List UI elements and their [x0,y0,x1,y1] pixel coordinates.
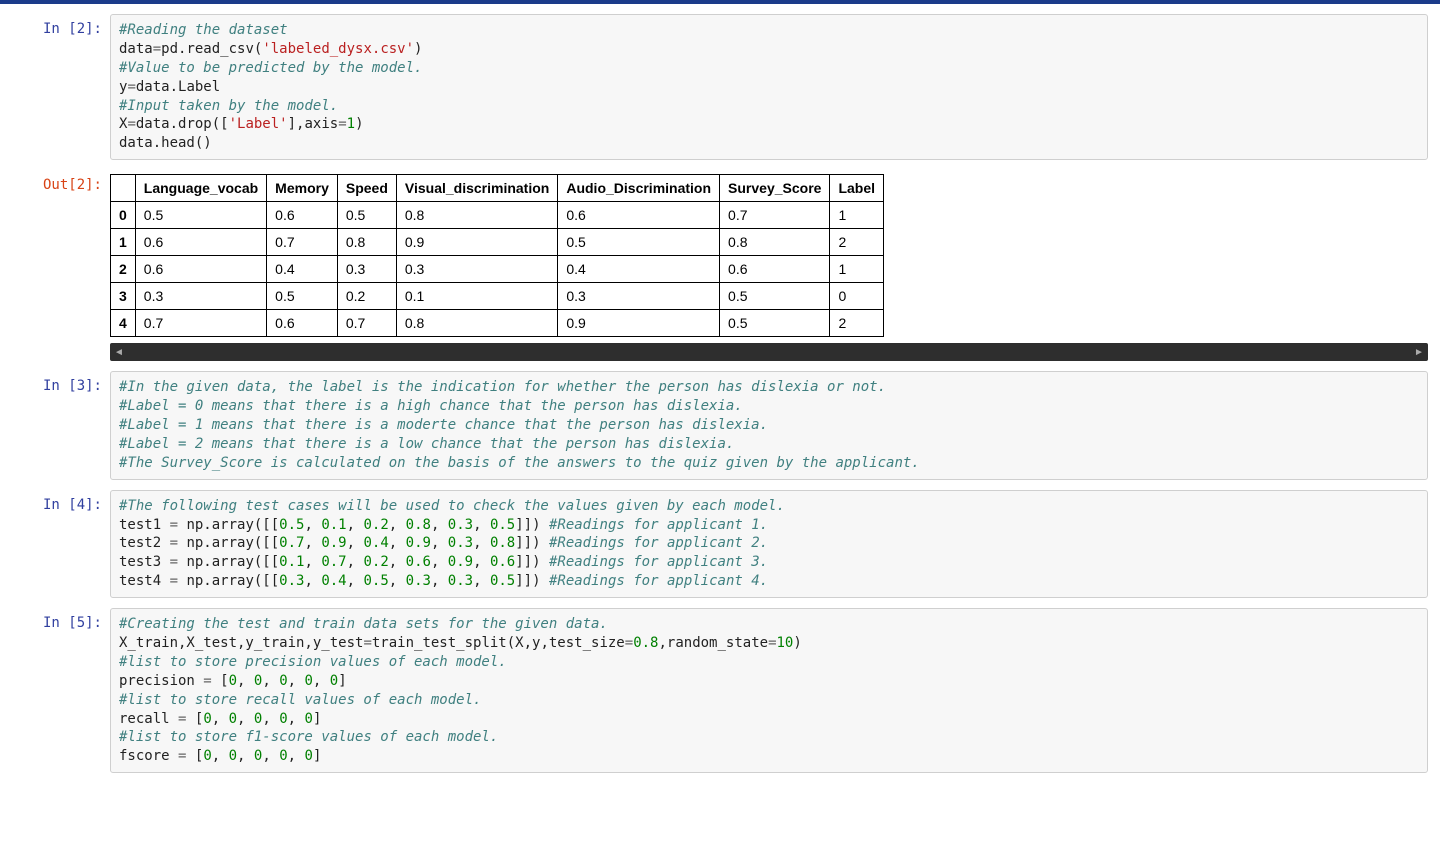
col-header: Survey_Score [720,175,830,202]
scroll-right-icon[interactable]: ► [1410,343,1428,361]
cell: 0.5 [267,283,338,310]
notebook-container: In [2]: #Reading the dataset data=pd.rea… [0,4,1440,823]
table-row: 2 0.6 0.4 0.3 0.3 0.4 0.6 1 [111,256,884,283]
cell: 0.6 [267,310,338,337]
code-input-5[interactable]: #Creating the test and train data sets f… [110,608,1428,773]
input-prompt-5: In [5]: [12,608,110,773]
table-row: 3 0.3 0.5 0.2 0.1 0.3 0.5 0 [111,283,884,310]
output-cell-2: Out[2]: Language_vocab Memory Speed Visu… [12,170,1428,361]
cell: 0.6 [135,256,266,283]
cell: 0.4 [558,256,720,283]
cell: 0.5 [720,283,830,310]
col-header: Visual_discrimination [396,175,557,202]
scroll-left-icon[interactable]: ◄ [110,343,128,361]
dataframe-table: Language_vocab Memory Speed Visual_discr… [110,174,884,337]
cell: 0.4 [267,256,338,283]
horizontal-scrollbar[interactable]: ◄ ► [110,343,1428,361]
output-prompt-2: Out[2]: [12,170,110,361]
cell: 0.3 [396,256,557,283]
cell: 2 [830,229,884,256]
cell: 1 [830,202,884,229]
code-cell-4: In [4]: #The following test cases will b… [12,490,1428,598]
table-row: 1 0.6 0.7 0.8 0.9 0.5 0.8 2 [111,229,884,256]
input-prompt-4: In [4]: [12,490,110,598]
cell: 0.3 [558,283,720,310]
code-cell-2: In [2]: #Reading the dataset data=pd.rea… [12,14,1428,160]
cell: 0.3 [337,256,396,283]
code-text-4: #The following test cases will be used t… [119,497,1419,591]
cell: 0.9 [396,229,557,256]
input-prompt-2: In [2]: [12,14,110,160]
cell: 0.6 [267,202,338,229]
col-header: Speed [337,175,396,202]
code-cell-5: In [5]: #Creating the test and train dat… [12,608,1428,773]
dataframe-output: Language_vocab Memory Speed Visual_discr… [110,170,1428,361]
table-row: 4 0.7 0.6 0.7 0.8 0.9 0.5 2 [111,310,884,337]
cell: 0.9 [558,310,720,337]
col-header: Language_vocab [135,175,266,202]
table-header-row: Language_vocab Memory Speed Visual_discr… [111,175,884,202]
cell: 0.8 [396,202,557,229]
cell: 0.8 [337,229,396,256]
row-index: 2 [111,256,136,283]
input-prompt-3: In [3]: [12,371,110,479]
code-text-3: #In the given data, the label is the ind… [119,378,1419,472]
col-header: Label [830,175,884,202]
cell: 0.6 [558,202,720,229]
col-header: Memory [267,175,338,202]
cell: 0.5 [558,229,720,256]
cell: 0.5 [337,202,396,229]
cell: 0.8 [720,229,830,256]
cell: 0.1 [396,283,557,310]
cell: 0.7 [720,202,830,229]
cell: 0.7 [267,229,338,256]
cell: 0.8 [396,310,557,337]
table-row: 0 0.5 0.6 0.5 0.8 0.6 0.7 1 [111,202,884,229]
cell: 0.6 [135,229,266,256]
row-index: 4 [111,310,136,337]
code-cell-3: In [3]: #In the given data, the label is… [12,371,1428,479]
code-input-4[interactable]: #The following test cases will be used t… [110,490,1428,598]
cell: 0.5 [135,202,266,229]
cell: 0.3 [135,283,266,310]
row-index: 3 [111,283,136,310]
code-input-2[interactable]: #Reading the dataset data=pd.read_csv('l… [110,14,1428,160]
code-text-5: #Creating the test and train data sets f… [119,615,1419,766]
row-index: 1 [111,229,136,256]
code-input-3[interactable]: #In the given data, the label is the ind… [110,371,1428,479]
cell: 0.7 [337,310,396,337]
cell: 1 [830,256,884,283]
cell: 2 [830,310,884,337]
row-index: 0 [111,202,136,229]
cell: 0.5 [720,310,830,337]
cell: 0.6 [720,256,830,283]
cell: 0.7 [135,310,266,337]
code-text-2: #Reading the dataset data=pd.read_csv('l… [119,21,1419,153]
cell: 0.2 [337,283,396,310]
col-header: Audio_Discrimination [558,175,720,202]
cell: 0 [830,283,884,310]
table-corner-cell [111,175,136,202]
